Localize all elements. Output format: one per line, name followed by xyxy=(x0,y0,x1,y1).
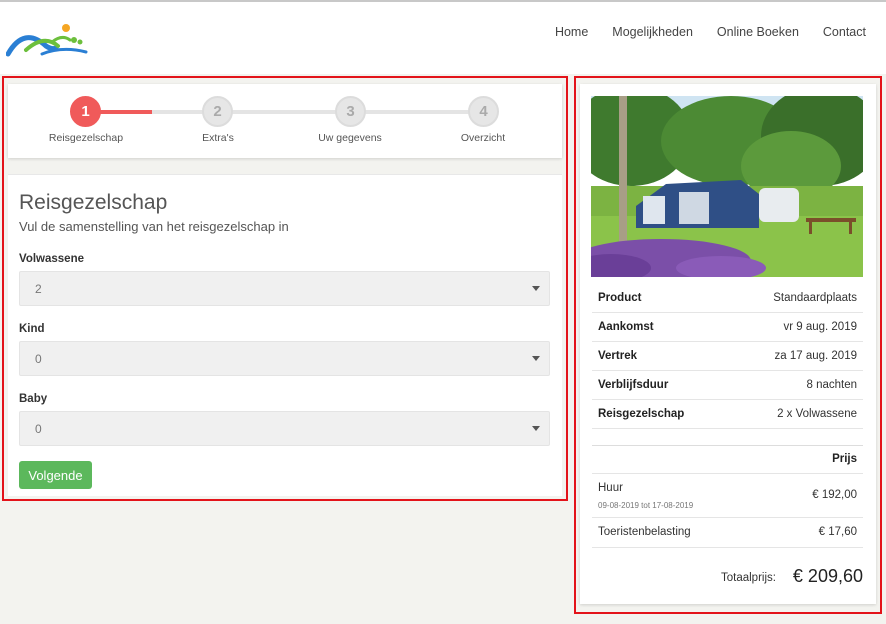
arrival-value: vr 9 aug. 2019 xyxy=(783,321,857,333)
party-value: 2 x Volwassene xyxy=(777,408,857,420)
nav-contact[interactable]: Contact xyxy=(823,25,866,39)
step-2-circle[interactable]: 2 xyxy=(202,96,233,127)
price-row-tax: Toeristenbelasting € 17,60 xyxy=(592,518,863,548)
product-key: Product xyxy=(598,292,642,304)
children-label: Kind xyxy=(19,323,45,335)
baby-label: Baby xyxy=(19,393,48,405)
price-row-rent: Huur 09-08-2019 tot 17-08-2019 € 192,00 xyxy=(592,474,863,518)
party-key: Reisgezelschap xyxy=(598,408,685,420)
adults-select[interactable]: 2 xyxy=(19,271,550,306)
site-header: Home Mogelijkheden Online Boeken Contact xyxy=(0,2,886,74)
booking-details-table: Product Standaardplaats Aankomst vr 9 au… xyxy=(592,284,863,429)
children-select[interactable]: 0 xyxy=(19,341,550,376)
nav-online-boeken[interactable]: Online Boeken xyxy=(717,25,799,39)
nav-home[interactable]: Home xyxy=(555,25,588,39)
step-connector-3 xyxy=(350,110,484,114)
step-3-label: Uw gegevens xyxy=(318,132,382,144)
table-row: Vertrek za 17 aug. 2019 xyxy=(592,342,863,371)
step-connector-2 xyxy=(218,110,350,114)
main-nav: Home Mogelijkheden Online Boeken Contact xyxy=(555,25,866,39)
table-row: Verblijfsduur 8 nachten xyxy=(592,371,863,400)
total-price: € 209,60 xyxy=(792,566,863,586)
tax-amount: € 17,60 xyxy=(818,526,857,538)
step-4-circle[interactable]: 4 xyxy=(468,96,499,127)
rent-label: Huur xyxy=(598,482,623,494)
campsite-photo xyxy=(591,96,863,277)
step-2-label: Extra's xyxy=(202,132,234,144)
chevron-down-icon xyxy=(532,426,540,431)
next-button[interactable]: Volgende xyxy=(19,461,92,489)
rent-dates: 09-08-2019 tot 17-08-2019 xyxy=(598,501,694,510)
table-row: Aankomst vr 9 aug. 2019 xyxy=(592,313,863,342)
arrival-key: Aankomst xyxy=(598,321,654,333)
chevron-down-icon xyxy=(532,286,540,291)
departure-key: Vertrek xyxy=(598,350,638,362)
tax-label: Toeristenbelasting xyxy=(598,526,691,538)
party-form: Reisgezelschap Vul de samenstelling van … xyxy=(8,174,562,496)
price-header: Prijs xyxy=(592,445,863,474)
step-1-circle[interactable]: 1 xyxy=(70,96,101,127)
duration-key: Verblijfsduur xyxy=(598,379,669,391)
baby-value: 0 xyxy=(35,422,42,436)
form-title: Reisgezelschap xyxy=(19,191,168,214)
step-3-circle[interactable]: 3 xyxy=(335,96,366,127)
step-progress: 1 2 3 4 Reisgezelschap Extra's Uw gegeve… xyxy=(8,84,562,158)
rent-amount: € 192,00 xyxy=(812,489,857,501)
departure-value: za 17 aug. 2019 xyxy=(774,350,858,362)
step-4-label: Overzicht xyxy=(460,132,506,144)
nav-mogelijkheden[interactable]: Mogelijkheden xyxy=(612,25,693,39)
children-value: 0 xyxy=(35,352,42,366)
adults-value: 2 xyxy=(35,282,42,296)
adults-label: Volwassene xyxy=(19,253,84,265)
product-value: Standaardplaats xyxy=(773,292,857,304)
form-subtitle: Vul de samenstelling van het reisgezelsc… xyxy=(19,219,289,234)
duration-value: 8 nachten xyxy=(806,379,857,391)
step-1-label: Reisgezelschap xyxy=(48,132,124,144)
baby-select[interactable]: 0 xyxy=(19,411,550,446)
total-label: Totaalprijs: xyxy=(721,572,776,584)
logo-icon[interactable] xyxy=(6,20,88,60)
table-row: Product Standaardplaats xyxy=(592,284,863,313)
table-row: Reisgezelschap 2 x Volwassene xyxy=(592,400,863,429)
chevron-down-icon xyxy=(532,356,540,361)
